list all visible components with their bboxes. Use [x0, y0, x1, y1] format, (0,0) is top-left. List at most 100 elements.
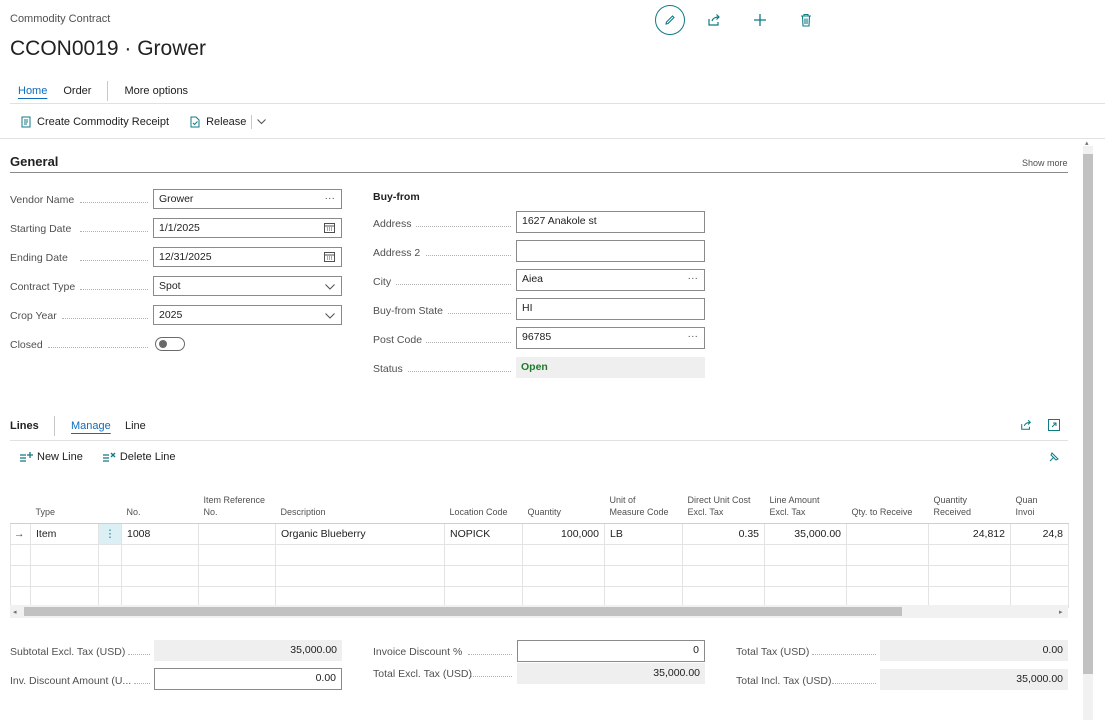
cell-empty[interactable]: [764, 544, 847, 566]
cell-empty[interactable]: [682, 565, 765, 587]
cell-empty[interactable]: [275, 565, 445, 587]
cell-empty[interactable]: [846, 544, 929, 566]
contract-type-select[interactable]: Spot: [153, 276, 342, 296]
address-2-field[interactable]: [516, 240, 705, 262]
calendar-icon[interactable]: [324, 251, 335, 265]
cell-empty[interactable]: [30, 544, 99, 566]
post-code-field[interactable]: 96785 ···: [516, 327, 705, 349]
cell-no[interactable]: 1008: [121, 523, 199, 545]
col-direct-unit-cost[interactable]: Direct Unit Cost Excl. Tax: [682, 476, 765, 524]
col-type-label: Type: [35, 507, 56, 517]
cell-empty[interactable]: [682, 544, 765, 566]
cell-item-reference[interactable]: [198, 523, 276, 545]
invoice-discount-pct-field[interactable]: 0: [517, 640, 705, 662]
cell-description[interactable]: Organic Blueberry: [275, 523, 445, 545]
table-row-empty[interactable]: [10, 565, 1069, 587]
city-field[interactable]: Aiea ···: [516, 269, 705, 291]
col-qty-to-receive[interactable]: Qty. to Receive: [846, 476, 929, 524]
cell-line-amount[interactable]: 35,000.00: [764, 523, 847, 545]
create-commodity-receipt-button[interactable]: Create Commodity Receipt: [20, 116, 169, 128]
cell-empty[interactable]: [928, 544, 1011, 566]
table-row-empty[interactable]: [10, 544, 1069, 566]
cell-empty[interactable]: [604, 544, 683, 566]
col-no[interactable]: No.: [121, 476, 199, 524]
tab-more-options[interactable]: More options: [124, 85, 188, 97]
expand-icon[interactable]: [1048, 419, 1060, 434]
table-row[interactable]: → Item ⋮ 1008 Organic Blueberry NOPICK 1…: [10, 523, 1069, 545]
address-field[interactable]: 1627 Anakole st: [516, 211, 705, 233]
cell-empty[interactable]: [604, 565, 683, 587]
chevron-down-icon[interactable]: [325, 281, 335, 293]
col-item-reference[interactable]: Item Reference No.: [198, 476, 276, 524]
tab-manage[interactable]: Manage: [71, 420, 111, 432]
scroll-left-icon[interactable]: ◂: [13, 608, 17, 616]
personalize-icon[interactable]: [1048, 451, 1060, 466]
buy-from-state-field[interactable]: HI: [516, 298, 705, 320]
tab-home[interactable]: Home: [18, 85, 47, 97]
cell-empty[interactable]: [1010, 565, 1069, 587]
ellipsis-icon[interactable]: ···: [688, 272, 699, 284]
horizontal-scrollbar[interactable]: ◂ ▸: [10, 605, 1068, 618]
lines-section-title[interactable]: Lines: [10, 420, 39, 432]
cell-empty[interactable]: [275, 544, 445, 566]
starting-date-field[interactable]: 1/1/2025: [153, 218, 342, 238]
scroll-right-icon[interactable]: ▸: [1059, 608, 1063, 616]
cell-empty[interactable]: [121, 565, 199, 587]
col-quantity-invoiced[interactable]: Quan Invoi: [1010, 476, 1069, 524]
cell-location-code[interactable]: NOPICK: [444, 523, 523, 545]
cell-empty[interactable]: [846, 565, 929, 587]
vendor-name-field[interactable]: Grower ···: [153, 189, 342, 209]
ellipsis-icon[interactable]: ···: [325, 192, 336, 204]
cell-empty[interactable]: [928, 565, 1011, 587]
cell-empty[interactable]: [1010, 544, 1069, 566]
cell-empty[interactable]: [444, 565, 523, 587]
trash-icon[interactable]: [797, 11, 815, 29]
share-icon[interactable]: [1020, 419, 1032, 434]
ellipsis-icon[interactable]: ···: [688, 330, 699, 342]
ending-date-field[interactable]: 12/31/2025: [153, 247, 342, 267]
delete-line-button[interactable]: Delete Line: [102, 451, 176, 463]
cell-direct-unit-cost[interactable]: 0.35: [682, 523, 765, 545]
col-line-amount[interactable]: Line Amount Excl. Tax: [764, 476, 847, 524]
cell-quantity[interactable]: 100,000: [522, 523, 605, 545]
cell-empty[interactable]: [30, 565, 99, 587]
plus-icon[interactable]: [751, 11, 769, 29]
cell-quantity-received[interactable]: 24,812: [928, 523, 1011, 545]
cell-empty[interactable]: [198, 544, 276, 566]
chevron-down-icon[interactable]: [325, 310, 335, 322]
vertical-scrollbar[interactable]: ▴: [1083, 140, 1093, 720]
tab-line[interactable]: Line: [125, 420, 146, 432]
chevron-down-icon[interactable]: [257, 119, 267, 125]
cell-empty[interactable]: [198, 565, 276, 587]
row-menu-icon[interactable]: ⋮: [98, 523, 122, 545]
closed-toggle[interactable]: [155, 337, 185, 351]
tab-order[interactable]: Order: [63, 85, 91, 97]
cell-quantity-invoiced[interactable]: 24,8: [1010, 523, 1069, 545]
cell-empty[interactable]: [522, 565, 605, 587]
cell-type[interactable]: Item: [30, 523, 99, 545]
cell-empty[interactable]: [522, 544, 605, 566]
release-button[interactable]: Release: [189, 115, 271, 129]
cell-qty-to-receive[interactable]: [846, 523, 929, 545]
col-quantity-received[interactable]: Quantity Received: [928, 476, 1011, 524]
general-section-title[interactable]: General: [10, 154, 58, 169]
col-type[interactable]: Type: [30, 476, 99, 524]
col-unit-of-measure[interactable]: Unit of Measure Code: [604, 476, 683, 524]
col-description[interactable]: Description: [275, 476, 445, 524]
edit-button[interactable]: [655, 5, 685, 35]
cell-empty[interactable]: [764, 565, 847, 587]
crop-year-select[interactable]: 2025: [153, 305, 342, 325]
cell-unit-of-measure[interactable]: LB: [604, 523, 683, 545]
scroll-up-icon[interactable]: ▴: [1085, 139, 1089, 147]
scrollbar-thumb[interactable]: [24, 607, 902, 616]
share-icon[interactable]: [705, 11, 723, 29]
calendar-icon[interactable]: [324, 222, 335, 236]
show-more-link[interactable]: Show more: [1022, 158, 1068, 168]
scrollbar-thumb[interactable]: [1083, 154, 1093, 674]
cell-empty[interactable]: [444, 544, 523, 566]
inv-discount-amount-field[interactable]: 0.00: [154, 668, 342, 690]
new-line-button[interactable]: New Line: [20, 451, 83, 463]
cell-empty[interactable]: [121, 544, 199, 566]
col-quantity[interactable]: Quantity: [522, 476, 605, 524]
col-location-code[interactable]: Location Code: [444, 476, 523, 524]
